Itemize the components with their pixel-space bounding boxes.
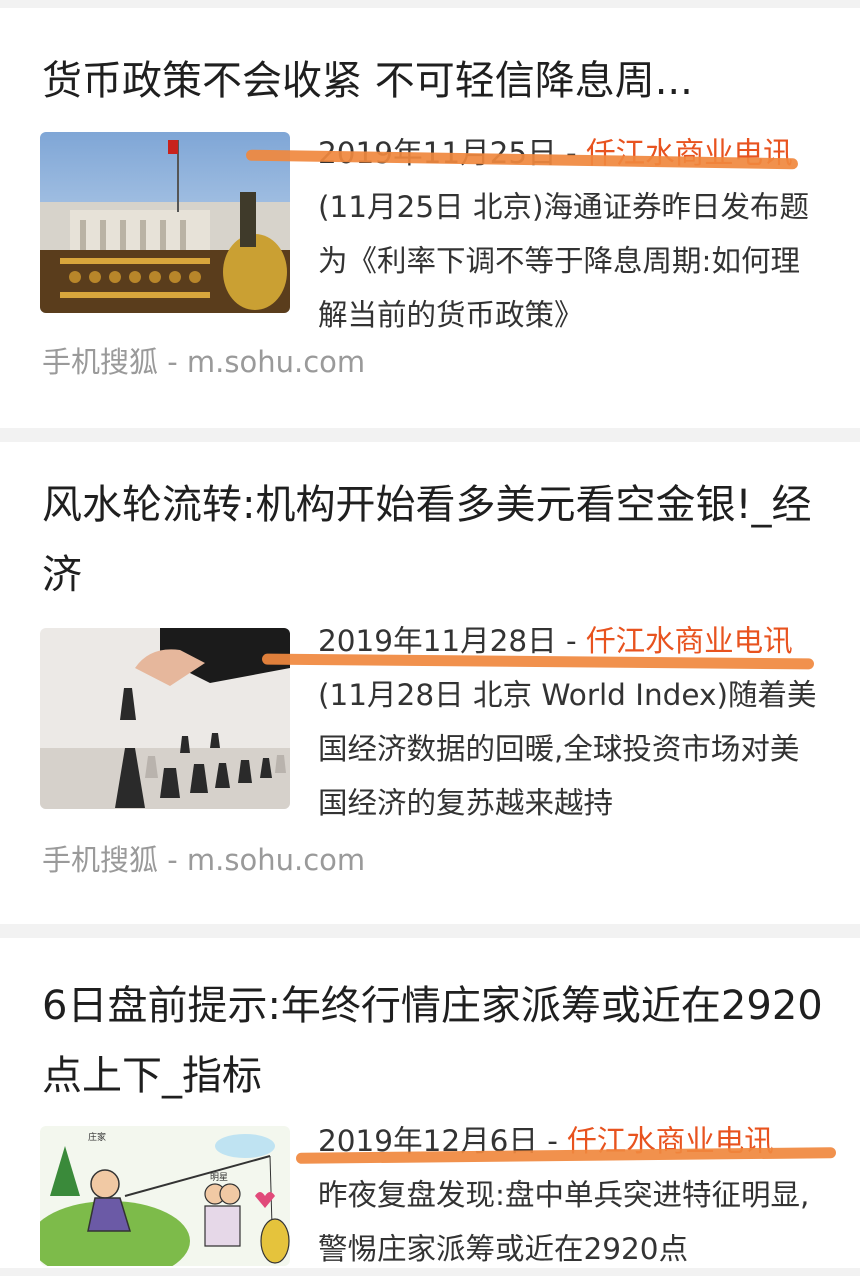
thumbnail-image[interactable] bbox=[40, 628, 290, 809]
result-site[interactable]: 手机搜狐 - m.sohu.com bbox=[42, 342, 365, 382]
thumb-label: 庄家 bbox=[88, 1131, 106, 1143]
snippet-text: (11月25日 北京)海通证券昨日发布题为《利率下调不等于降息周期:如何理解当前… bbox=[318, 190, 809, 332]
thumb-label: 明星 bbox=[210, 1172, 228, 1183]
snippet-text: (11月28日 北京 World Index)随着美国经济数据的回暖,全球投资市… bbox=[318, 678, 817, 820]
thumbnail-image[interactable]: 庄家 明星 bbox=[40, 1126, 290, 1266]
result-card[interactable]: 货币政策不会收紧 不可轻信降息周... 2019年11月25日 - 仟江水商业电… bbox=[0, 8, 860, 428]
result-snippet: 2019年11月28日 - 仟江水商业电讯 (11月28日 北京 World I… bbox=[318, 614, 826, 830]
result-source-link[interactable]: 仟江水商业电讯 bbox=[586, 624, 793, 658]
result-card[interactable]: 风水轮流转:机构开始看多美元看空金银!_经济 2019年11月28日 - 仟江水… bbox=[0, 442, 860, 924]
result-title[interactable]: 风水轮流转:机构开始看多美元看空金银!_经济 bbox=[42, 470, 830, 610]
snippet-text: 昨夜复盘发现:盘中单兵突进特征明显,警惕庄家派筹或近在2920点 bbox=[318, 1178, 810, 1266]
result-snippet: 2019年12月6日 - 仟江水商业电讯 昨夜复盘发现:盘中单兵突进特征明显,警惕… bbox=[318, 1114, 818, 1276]
result-site[interactable]: 手机搜狐 - m.sohu.com bbox=[42, 840, 365, 880]
result-date: 2019年11月28日 - bbox=[318, 624, 587, 658]
result-title[interactable]: 6日盘前提示:年终行情庄家派筹或近在2920点上下_指标 bbox=[42, 971, 830, 1111]
result-title[interactable]: 货币政策不会收紧 不可轻信降息周... bbox=[42, 46, 830, 116]
result-card[interactable]: 6日盘前提示:年终行情庄家派筹或近在2920点上下_指标 庄家 明星 2019年… bbox=[0, 938, 860, 1268]
